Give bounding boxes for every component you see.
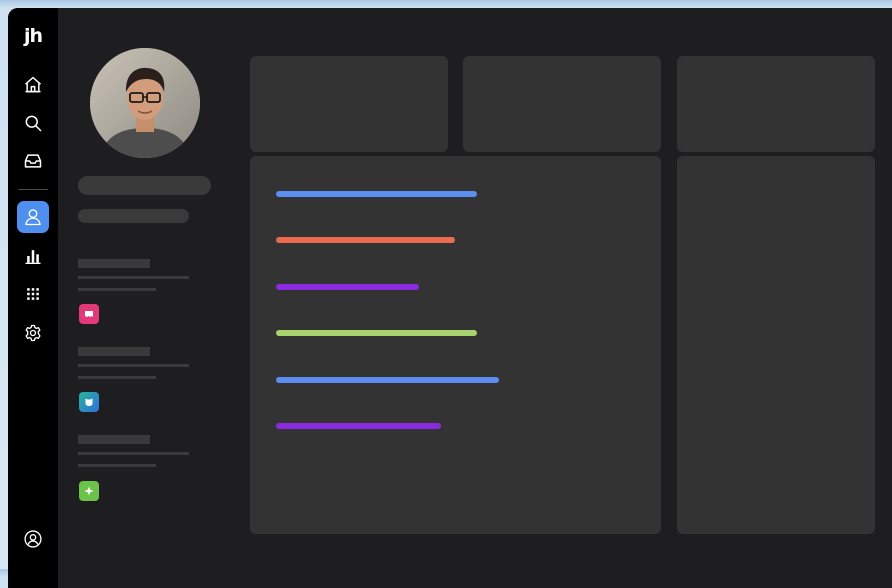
progress-bar: [276, 283, 419, 290]
summary-card: [463, 56, 661, 152]
section-title-placeholder: [78, 435, 150, 444]
app-logo[interactable]: jh: [8, 25, 58, 47]
progress-bar: [276, 237, 455, 244]
gear-icon[interactable]: [17, 317, 49, 349]
search-icon[interactable]: [17, 107, 49, 139]
summary-card: [250, 56, 448, 152]
app-icon-pink[interactable]: [79, 304, 99, 324]
progress-bar: [276, 376, 499, 383]
bar-chart-icon[interactable]: [17, 240, 49, 272]
progress-bar: [276, 330, 477, 337]
account-circle-icon[interactable]: [17, 523, 49, 555]
progress-bar: [276, 191, 477, 197]
profile-name-placeholder: [78, 176, 211, 195]
section-title-placeholder: [78, 259, 150, 268]
main-panel: [250, 156, 661, 534]
sidebar-rail: jh: [8, 8, 58, 588]
user-icon[interactable]: [17, 201, 49, 233]
home-icon[interactable]: [17, 69, 49, 101]
section-line-placeholder: [78, 288, 156, 291]
progress-bar: [276, 423, 441, 429]
app-icon-teal-blue[interactable]: [79, 392, 99, 412]
summary-card: [677, 56, 875, 152]
app-window: jh: [8, 8, 892, 588]
side-panel: [677, 156, 875, 534]
inbox-icon[interactable]: [17, 145, 49, 177]
app-icon-green[interactable]: [79, 481, 99, 501]
section-line-placeholder: [78, 452, 189, 455]
profile-subtitle-placeholder: [78, 209, 189, 223]
section-line-placeholder: [78, 376, 156, 379]
section-title-placeholder: [78, 347, 150, 356]
section-line-placeholder: [78, 276, 189, 279]
apps-grid-icon[interactable]: [17, 278, 49, 310]
rail-divider: [18, 189, 48, 190]
section-line-placeholder: [78, 464, 156, 467]
section-line-placeholder: [78, 364, 189, 367]
profile-avatar[interactable]: [90, 48, 200, 158]
